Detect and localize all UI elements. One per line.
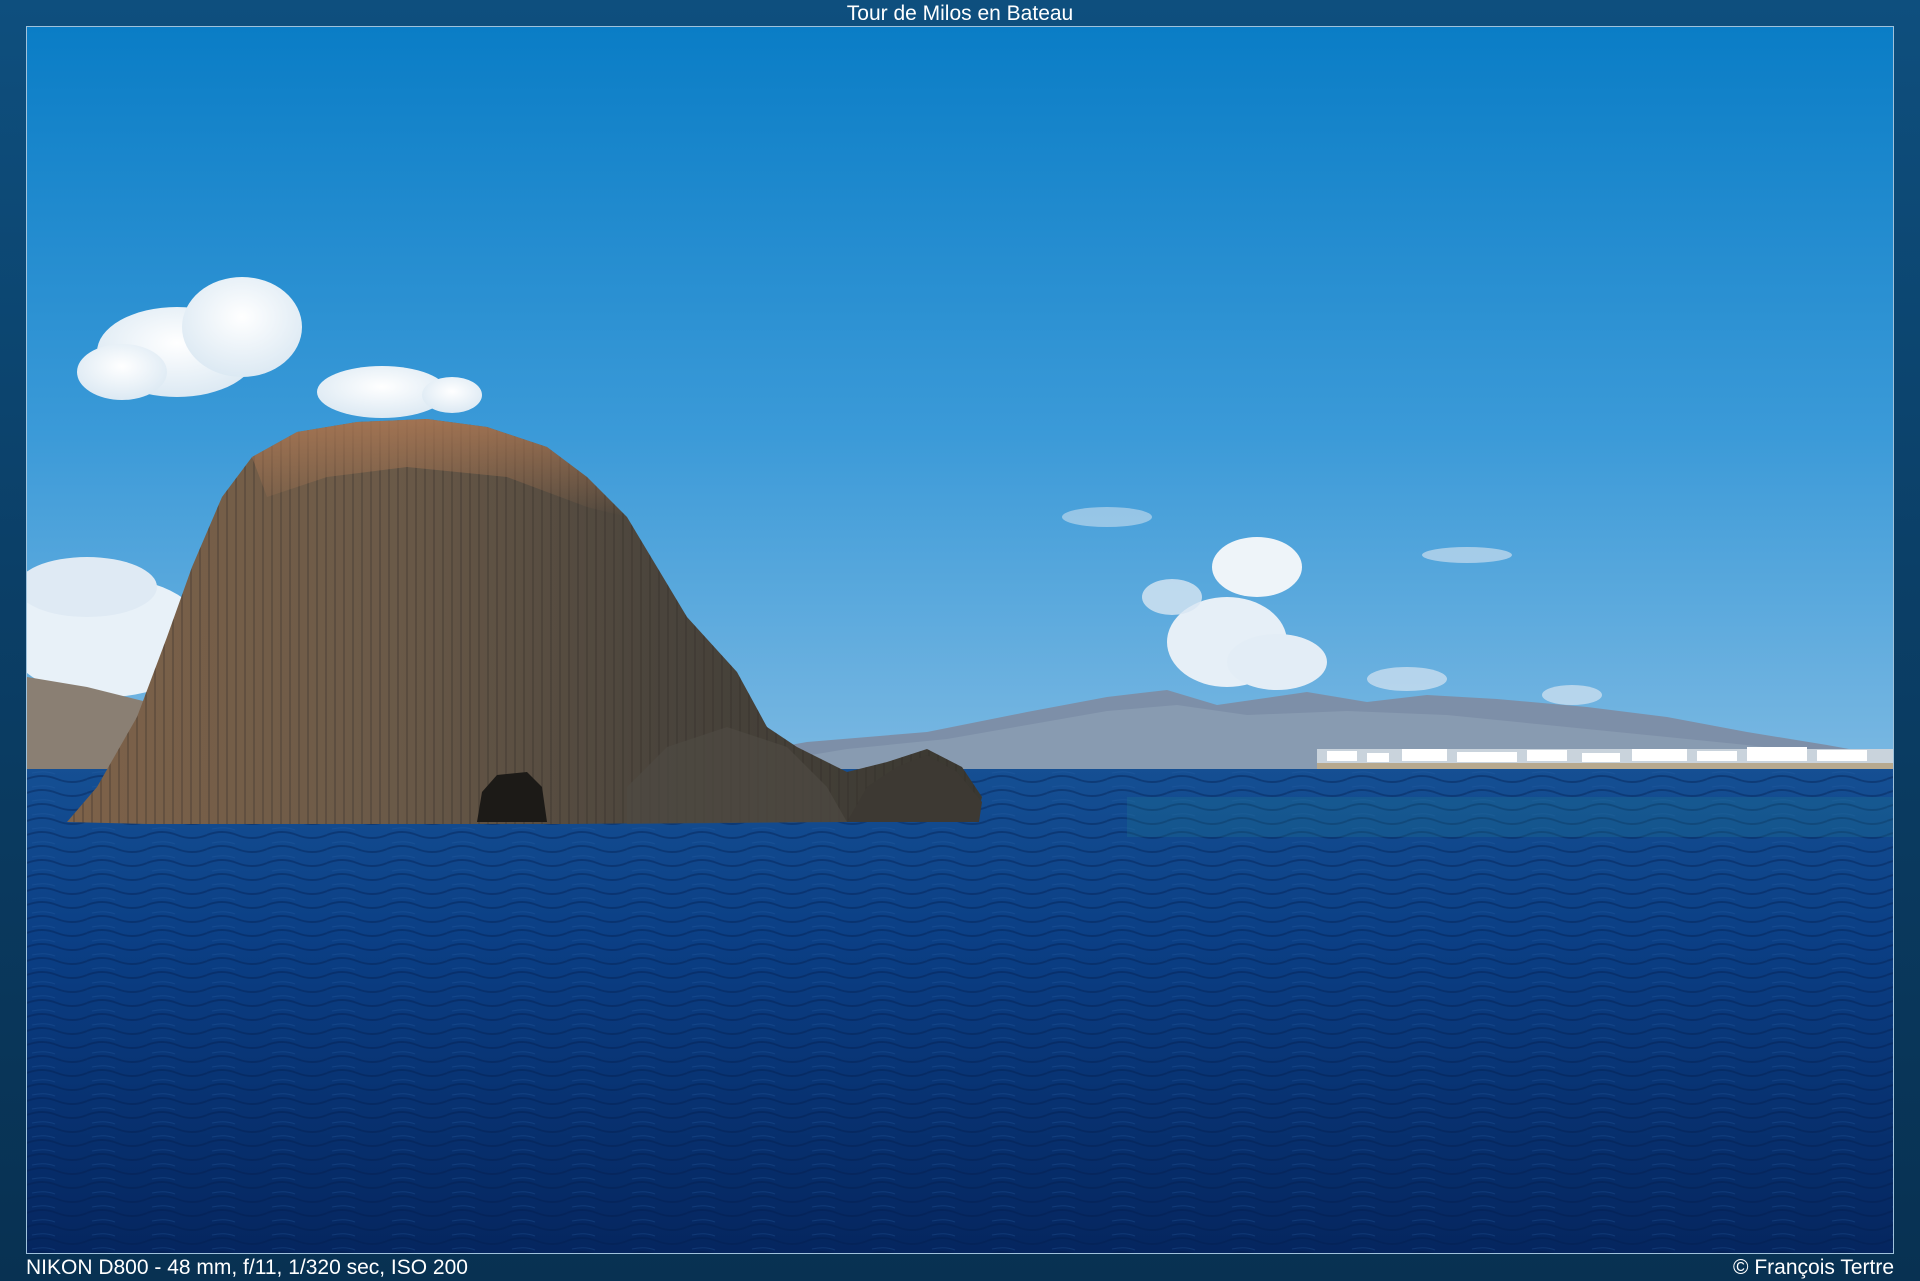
exif-caption: NIKON D800 - 48 mm, f/11, 1/320 sec, ISO…	[26, 1256, 468, 1279]
seascape-photo	[27, 27, 1893, 1253]
photo-title: Tour de Milos en Bateau	[846, 2, 1074, 25]
photo-frame[interactable]	[26, 26, 1894, 1254]
copyright-caption: © François Tertre	[1733, 1256, 1894, 1279]
